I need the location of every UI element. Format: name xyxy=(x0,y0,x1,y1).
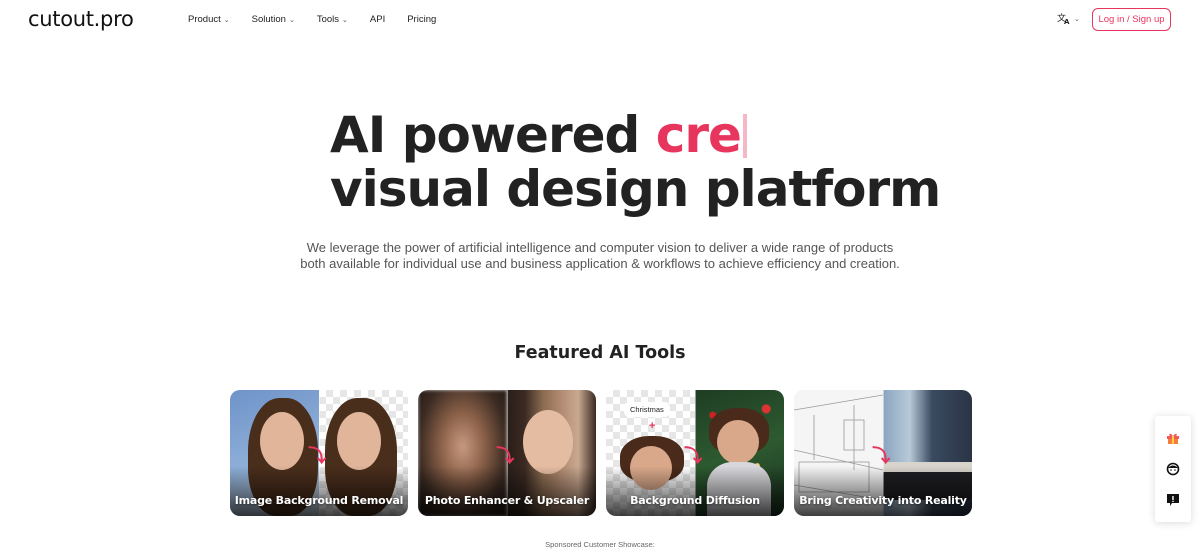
nav-pricing[interactable]: Pricing xyxy=(407,14,436,25)
label-shade xyxy=(418,466,596,516)
tool-card-background-removal[interactable]: ⤵ Image Background Removal xyxy=(230,390,408,516)
tool-card-photo-enhancer[interactable]: ⤵ Photo Enhancer & Upscaler xyxy=(418,390,596,516)
hero-description: We leverage the power of artificial inte… xyxy=(300,240,900,271)
nav-api[interactable]: API xyxy=(370,14,385,25)
tool-card-creativity-reality[interactable]: ⤵ Bring Creativity into Reality xyxy=(794,390,972,516)
main-nav: Product ⌄ Solution ⌄ Tools ⌄ API Pricing xyxy=(188,14,458,25)
svg-text:A: A xyxy=(1064,18,1070,25)
plus-icon: + xyxy=(649,420,656,432)
nav-solution-label: Solution xyxy=(251,14,286,25)
feedback-icon[interactable] xyxy=(1165,492,1181,508)
chevron-down-icon: ⌄ xyxy=(342,16,348,24)
face-shape xyxy=(260,412,304,470)
label-shade xyxy=(794,466,972,516)
nav-pricing-label: Pricing xyxy=(407,14,437,25)
tool-card-label: Image Background Removal xyxy=(234,494,404,507)
nav-tools[interactable]: Tools ⌄ xyxy=(317,14,348,25)
language-selector[interactable]: 文 A ⌄ xyxy=(1057,12,1080,25)
hero-title-typed-word: cre xyxy=(655,106,742,164)
sponsored-showcase-label: Sponsored Customer Showcase: xyxy=(545,540,655,549)
face-shape xyxy=(717,420,759,464)
face-shape xyxy=(523,410,573,474)
hero-title: AI powered cre visual design platform xyxy=(330,106,941,218)
featured-tools-list: ⤵ Image Background Removal ⤵ Photo Enhan… xyxy=(230,390,972,516)
nav-tools-label: Tools xyxy=(316,14,340,25)
chevron-down-icon: ⌄ xyxy=(1074,15,1080,23)
arrow-icon: ⤵ xyxy=(684,446,703,466)
hero-title-line2: visual design platform xyxy=(330,160,941,218)
floating-side-toolbar xyxy=(1155,416,1191,522)
chevron-down-icon: ⌄ xyxy=(223,16,230,24)
gift-icon[interactable] xyxy=(1165,430,1181,446)
top-navbar: cutout.pro Product ⌄ Solution ⌄ Tools ⌄ API… xyxy=(0,0,1200,40)
nav-product[interactable]: Product ⌄ xyxy=(188,14,230,25)
face-shape xyxy=(337,412,381,470)
logo[interactable]: cutout.pro xyxy=(28,7,134,31)
arrow-icon: ⤵ xyxy=(308,446,327,466)
tool-card-label: Bring Creativity into Reality xyxy=(799,494,967,507)
chevron-down-icon: ⌄ xyxy=(288,16,295,24)
tool-card-label: Photo Enhancer & Upscaler xyxy=(424,494,590,507)
arrow-icon: ⤵ xyxy=(496,446,515,466)
nav-product-label: Product xyxy=(188,14,221,25)
nav-api-label: API xyxy=(369,14,386,25)
support-agent-icon[interactable] xyxy=(1165,461,1181,477)
label-shade xyxy=(606,466,784,516)
featured-tools-heading: Featured AI Tools xyxy=(514,343,686,363)
nav-solution[interactable]: Solution ⌄ xyxy=(252,14,295,25)
label-shade xyxy=(230,466,408,516)
prompt-chip: Christmas xyxy=(624,402,670,417)
tool-card-background-diffusion[interactable]: Christmas + ⤵ Background Diffusion xyxy=(606,390,784,516)
translate-icon: 文 A xyxy=(1057,12,1070,25)
login-signup-button[interactable]: Log in / Sign up xyxy=(1092,8,1171,31)
typing-cursor xyxy=(742,114,747,158)
arrow-icon: ⤵ xyxy=(872,446,891,466)
tool-card-label: Background Diffusion xyxy=(630,494,760,507)
hero-title-prefix: AI powered xyxy=(330,106,656,164)
